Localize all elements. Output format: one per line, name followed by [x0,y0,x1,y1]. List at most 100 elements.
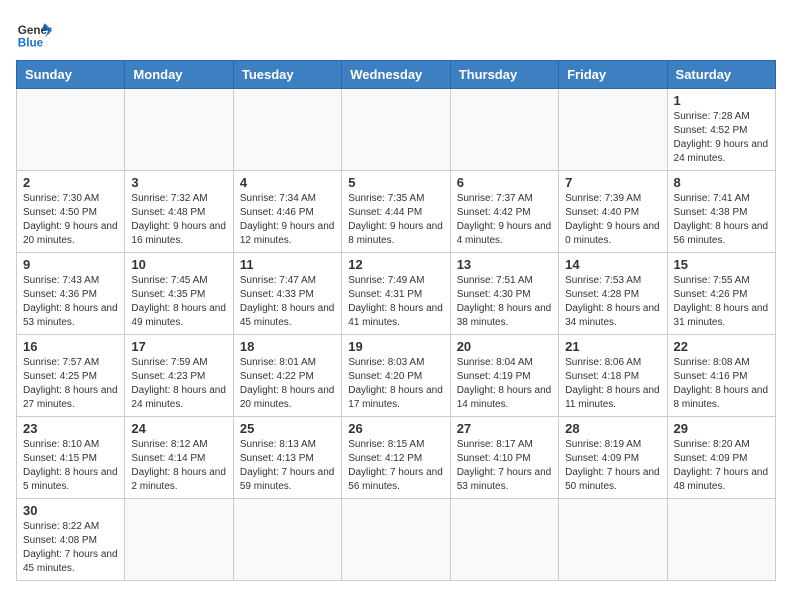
day-number: 14 [565,257,660,272]
calendar-cell: 22 Sunrise: 8:08 AM Sunset: 4:16 PM Dayli… [667,335,775,417]
day-info: Sunrise: 8:12 AM Sunset: 4:14 PM Dayligh… [131,438,226,494]
calendar-cell: 17 Sunrise: 7:59 AM Sunset: 4:23 PM Dayli… [125,335,233,417]
day-number: 16 [23,339,118,354]
day-number: 19 [348,339,443,354]
calendar-cell: 21Sunrise: 8:06 AM Sunset: 4:18 PM Dayli… [559,335,667,417]
day-number: 8 [674,175,769,190]
day-number: 28 [565,421,660,436]
weekday-header-saturday: Saturday [667,61,775,89]
calendar-cell: 23 Sunrise: 8:10 AM Sunset: 4:15 PM Dayli… [17,417,125,499]
weekday-header-wednesday: Wednesday [342,61,450,89]
day-number: 6 [457,175,552,190]
calendar-cell: 1Sunrise: 7:28 AM Sunset: 4:52 PM Daylig… [667,89,775,171]
calendar-cell: 4 Sunrise: 7:34 AM Sunset: 4:46 PM Daylig… [233,171,341,253]
calendar-cell [342,89,450,171]
day-info: Sunrise: 8:10 AM Sunset: 4:15 PM Dayligh… [23,438,118,494]
calendar-cell: 10Sunrise: 7:45 AM Sunset: 4:35 PM Dayli… [125,253,233,335]
day-number: 27 [457,421,552,436]
day-info: Sunrise: 8:15 AM Sunset: 4:12 PM Dayligh… [348,438,443,494]
calendar-cell [233,89,341,171]
calendar-cell [342,499,450,581]
day-number: 2 [23,175,118,190]
calendar-cell: 6 Sunrise: 7:37 AM Sunset: 4:42 PM Daylig… [450,171,558,253]
calendar-cell: 14 Sunrise: 7:53 AM Sunset: 4:28 PM Dayli… [559,253,667,335]
day-number: 24 [131,421,226,436]
day-number: 9 [23,257,118,272]
day-info: Sunrise: 7:59 AM Sunset: 4:23 PM Dayligh… [131,356,226,412]
weekday-header-tuesday: Tuesday [233,61,341,89]
day-info: Sunrise: 7:53 AM Sunset: 4:28 PM Dayligh… [565,274,660,330]
day-info: Sunrise: 7:41 AM Sunset: 4:38 PM Dayligh… [674,192,769,248]
calendar-cell [559,89,667,171]
day-number: 15 [674,257,769,272]
day-info: Sunrise: 7:47 AM Sunset: 4:33 PM Dayligh… [240,274,335,330]
day-number: 25 [240,421,335,436]
day-info: Sunrise: 7:55 AM Sunset: 4:26 PM Dayligh… [674,274,769,330]
calendar-cell: 16 Sunrise: 7:57 AM Sunset: 4:25 PM Dayli… [17,335,125,417]
weekday-header-monday: Monday [125,61,233,89]
calendar-cell: 29Sunrise: 8:20 AM Sunset: 4:09 PM Dayli… [667,417,775,499]
day-number: 30 [23,503,118,518]
calendar-table: SundayMondayTuesdayWednesdayThursdayFrid… [16,60,776,581]
calendar-cell: 30 Sunrise: 8:22 AM Sunset: 4:08 PM Dayli… [17,499,125,581]
calendar-cell: 19 Sunrise: 8:03 AM Sunset: 4:20 PM Dayli… [342,335,450,417]
day-number: 5 [348,175,443,190]
calendar-cell: 26Sunrise: 8:15 AM Sunset: 4:12 PM Dayli… [342,417,450,499]
page-header: General Blue [16,16,776,52]
calendar-cell: 27 Sunrise: 8:17 AM Sunset: 4:10 PM Dayli… [450,417,558,499]
day-number: 23 [23,421,118,436]
day-number: 29 [674,421,769,436]
calendar-cell: 24 Sunrise: 8:12 AM Sunset: 4:14 PM Dayli… [125,417,233,499]
week-row-0: 1Sunrise: 7:28 AM Sunset: 4:52 PM Daylig… [17,89,776,171]
weekday-header-sunday: Sunday [17,61,125,89]
day-info: Sunrise: 7:34 AM Sunset: 4:46 PM Dayligh… [240,192,335,248]
calendar-cell [450,499,558,581]
day-info: Sunrise: 7:30 AM Sunset: 4:50 PM Dayligh… [23,192,118,248]
day-info: Sunrise: 7:45 AM Sunset: 4:35 PM Dayligh… [131,274,226,330]
calendar-cell: 2 Sunrise: 7:30 AM Sunset: 4:50 PM Daylig… [17,171,125,253]
day-number: 11 [240,257,335,272]
calendar-cell [17,89,125,171]
day-info: Sunrise: 8:13 AM Sunset: 4:13 PM Dayligh… [240,438,335,494]
day-info: Sunrise: 8:19 AM Sunset: 4:09 PM Dayligh… [565,438,660,494]
day-info: Sunrise: 7:43 AM Sunset: 4:36 PM Dayligh… [23,274,118,330]
calendar-cell: 20 Sunrise: 8:04 AM Sunset: 4:19 PM Dayli… [450,335,558,417]
svg-text:Blue: Blue [18,37,44,50]
day-number: 17 [131,339,226,354]
day-info: Sunrise: 7:49 AM Sunset: 4:31 PM Dayligh… [348,274,443,330]
day-info: Sunrise: 7:39 AM Sunset: 4:40 PM Dayligh… [565,192,660,248]
calendar-cell: 3Sunrise: 7:32 AM Sunset: 4:48 PM Daylig… [125,171,233,253]
day-number: 7 [565,175,660,190]
day-info: Sunrise: 8:22 AM Sunset: 4:08 PM Dayligh… [23,520,118,576]
calendar-cell [559,499,667,581]
calendar-cell: 15 Sunrise: 7:55 AM Sunset: 4:26 PM Dayli… [667,253,775,335]
day-info: Sunrise: 7:51 AM Sunset: 4:30 PM Dayligh… [457,274,552,330]
weekday-header-thursday: Thursday [450,61,558,89]
day-info: Sunrise: 8:03 AM Sunset: 4:20 PM Dayligh… [348,356,443,412]
day-info: Sunrise: 8:04 AM Sunset: 4:19 PM Dayligh… [457,356,552,412]
week-row-5: 30 Sunrise: 8:22 AM Sunset: 4:08 PM Dayli… [17,499,776,581]
day-info: Sunrise: 7:57 AM Sunset: 4:25 PM Dayligh… [23,356,118,412]
week-row-2: 9 Sunrise: 7:43 AM Sunset: 4:36 PM Daylig… [17,253,776,335]
calendar-cell: 5Sunrise: 7:35 AM Sunset: 4:44 PM Daylig… [342,171,450,253]
day-number: 4 [240,175,335,190]
week-row-1: 2 Sunrise: 7:30 AM Sunset: 4:50 PM Daylig… [17,171,776,253]
calendar-cell: 7 Sunrise: 7:39 AM Sunset: 4:40 PM Daylig… [559,171,667,253]
day-info: Sunrise: 8:08 AM Sunset: 4:16 PM Dayligh… [674,356,769,412]
logo-icon: General Blue [16,16,52,52]
day-number: 12 [348,257,443,272]
calendar-cell [125,89,233,171]
day-number: 21 [565,339,660,354]
day-info: Sunrise: 7:32 AM Sunset: 4:48 PM Dayligh… [131,192,226,248]
calendar-cell [125,499,233,581]
day-number: 13 [457,257,552,272]
day-info: Sunrise: 7:37 AM Sunset: 4:42 PM Dayligh… [457,192,552,248]
day-info: Sunrise: 7:28 AM Sunset: 4:52 PM Dayligh… [674,110,769,166]
day-info: Sunrise: 8:17 AM Sunset: 4:10 PM Dayligh… [457,438,552,494]
day-number: 22 [674,339,769,354]
calendar-cell: 28 Sunrise: 8:19 AM Sunset: 4:09 PM Dayli… [559,417,667,499]
weekday-header-friday: Friday [559,61,667,89]
calendar-cell: 12 Sunrise: 7:49 AM Sunset: 4:31 PM Dayli… [342,253,450,335]
day-number: 20 [457,339,552,354]
calendar-cell: 25 Sunrise: 8:13 AM Sunset: 4:13 PM Dayli… [233,417,341,499]
